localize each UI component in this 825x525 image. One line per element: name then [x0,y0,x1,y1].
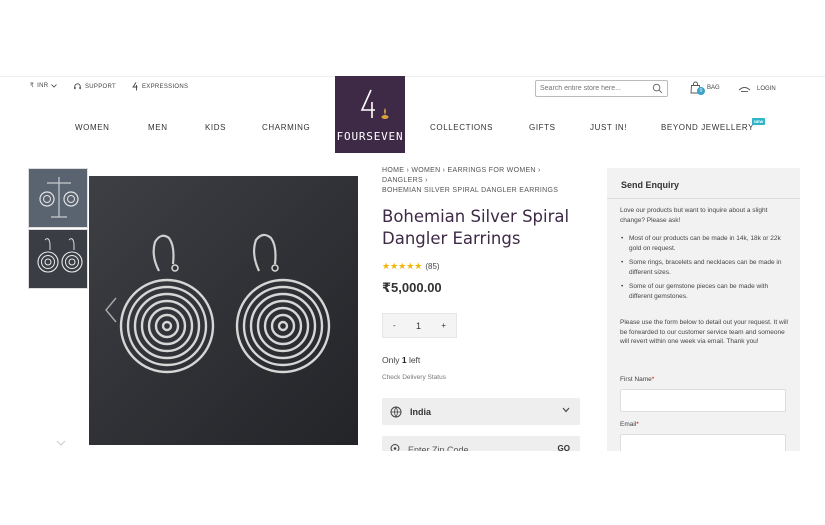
enquiry-bullet-list: Most of our products can be made in 14k,… [620,234,788,306]
email-label: Email* [620,421,639,428]
thumbnail-2[interactable] [28,229,88,289]
page-crop-area [0,451,825,525]
breadcrumb: HOME › WOMEN › EARRINGS FOR WOMEN › DANG… [382,166,582,196]
fourseven-mark-icon [132,82,138,91]
stock-suffix: left [406,355,421,365]
earrings-thumbnail-image [29,230,87,288]
enquiry-instructions: Please use the form below to detail out … [620,319,789,345]
main-product-image[interactable] [89,176,358,445]
search-input[interactable] [536,85,646,92]
currency-selector[interactable]: ₹ INR [30,82,58,89]
bag-count-badge: 0 [697,87,705,95]
fourseven-logo-mark-icon [360,89,389,119]
stock-status: Only 1 left [382,355,420,365]
nav-item-collections[interactable]: COLLECTIONS [430,123,493,132]
country-select[interactable]: India [382,398,580,425]
breadcrumb-line-1[interactable]: HOME › WOMEN › EARRINGS FOR WOMEN › [382,166,582,176]
previous-image-arrow-icon[interactable] [104,296,118,324]
search-box[interactable] [535,80,668,97]
nav-item-beyond-jewellery[interactable]: BEYOND JEWELLERY [661,123,754,132]
bag-icon-wrap: 0 [689,81,705,95]
chevron-down-icon [51,83,58,88]
required-mark: * [651,376,655,383]
chevron-down-icon [562,407,570,413]
support-label: SUPPORT [85,83,116,90]
first-name-field[interactable] [620,389,786,412]
enquiry-bullet: Some of our gemstone pieces can be made … [620,282,788,301]
qty-increase-button[interactable]: + [441,321,446,330]
page: ₹ INR SUPPORT EXPRESSIONS 0 BAG LOGIN [0,0,825,525]
country-value: India [410,406,432,417]
login-link[interactable]: LOGIN [738,84,776,93]
check-delivery-heading: Check Delivery Status [382,374,446,381]
qty-value[interactable]: 1 [416,321,421,331]
enquiry-bullet: Most of our products can be made in 14k,… [620,234,788,253]
support-link[interactable]: SUPPORT [73,82,116,91]
required-mark: * [636,421,639,428]
thumbnails-scroll-down-icon[interactable] [56,440,66,446]
site-logo[interactable]: FOURSEVEN [335,76,405,153]
rating-count: (85) [425,262,440,271]
quantity-stepper: - 1 + [382,313,457,338]
logo-wordmark: FOURSEVEN [336,130,404,143]
bag-label: BAG [707,85,720,91]
user-icon [738,87,751,92]
nav-item-gifts[interactable]: GIFTS [529,123,556,132]
expressions-label: EXPRESSIONS [142,83,189,90]
thumbnail-1[interactable] [28,168,88,228]
login-label: LOGIN [757,85,776,92]
nav-item-kids[interactable]: KIDS [205,123,226,132]
bag-link[interactable]: 0 BAG [689,81,720,95]
enquiry-title: Send Enquiry [621,180,680,190]
earrings-stand-image [29,169,87,227]
rupee-icon: ₹ [30,83,35,89]
headset-icon [74,83,81,90]
enquiry-intro: Love our products but want to inquire ab… [620,207,768,224]
qty-decrease-button[interactable]: - [393,321,396,330]
globe-icon [390,406,402,418]
email-label-text: Email [620,421,637,428]
first-name-label: First Name* [620,376,654,383]
nav-item-charming[interactable]: CHARMING [262,123,310,132]
nav-item-women[interactable]: WOMEN [75,123,110,132]
nav-item-men[interactable]: MEN [148,123,168,132]
product-rating[interactable]: ★★★★★ (85) [382,261,440,272]
product-price: ₹5,000.00 [382,280,442,295]
enquiry-bullet: Some rings, bracelets and necklaces can … [620,258,788,277]
currency-label: INR [37,82,49,89]
expressions-link[interactable]: EXPRESSIONS [132,82,188,91]
enquiry-divider [607,198,800,199]
send-enquiry-panel: Send Enquiry Love our products but want … [607,168,800,468]
first-name-label-text: First Name [620,376,652,383]
product-title: Bohemian Silver Spiral Dangler Earrings [382,207,570,248]
new-badge: NEW [752,118,766,125]
search-icon[interactable] [652,83,663,94]
stock-prefix: Only [382,355,402,365]
breadcrumb-current: BOHEMIAN SILVER SPIRAL DANGLER EARRINGS [382,187,559,194]
spiral-earrings-image [89,176,358,445]
breadcrumb-line-2[interactable]: DANGLERS › [382,176,582,186]
nav-item-just-in[interactable]: JUST IN! [590,123,627,132]
rating-stars: ★★★★★ [382,261,423,271]
